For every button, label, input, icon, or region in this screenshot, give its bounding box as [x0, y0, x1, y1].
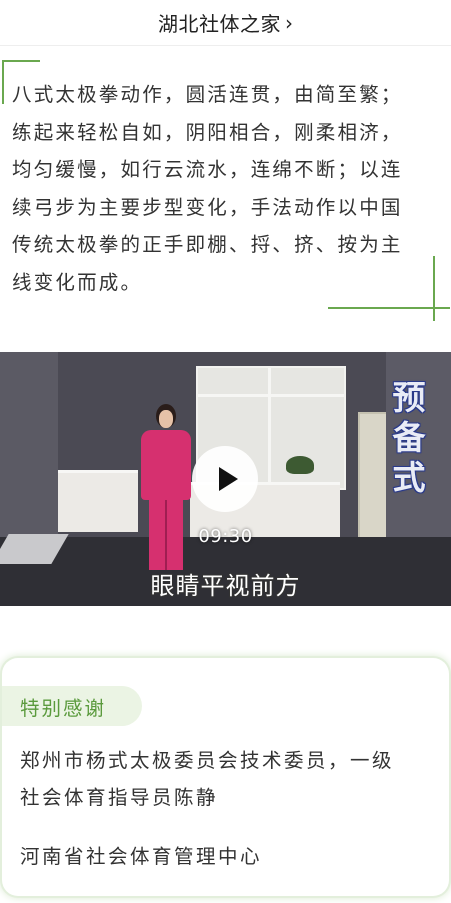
thanks-item-line: 郑州市杨式太极委员会技术委员，一级 [20, 749, 395, 772]
thanks-item: 河南省社会体育管理中心 [20, 838, 430, 875]
video-subtitle: 眼睛平视前方 [150, 572, 301, 600]
video-background [0, 352, 58, 537]
corner-decoration-top-left-h [2, 60, 40, 62]
thanks-item: 郑州市杨式太极委员会技术委员，一级 社会体育指导员陈静 [20, 742, 430, 816]
intro-line: 传统太极拳的正手即棚、捋、挤、按为主 [12, 233, 403, 256]
intro-line: 续弓步为主要步型变化，手法动作以中国 [12, 195, 403, 219]
sign-char: 预 [392, 378, 426, 417]
thanks-tag: 特别感谢 [2, 686, 142, 726]
corner-decoration-bottom-right-h [328, 307, 450, 309]
corner-decoration-bottom-right [433, 256, 435, 321]
play-button[interactable] [192, 446, 258, 512]
video-bg-plant [286, 456, 314, 474]
corner-decoration-top-left [2, 60, 4, 104]
top-nav-bar: 湖北社体之家 › [0, 0, 451, 46]
chevron-right-icon[interactable]: › [285, 13, 293, 33]
thanks-tag-label: 特别感谢 [20, 696, 107, 720]
account-name[interactable]: 湖北社体之家 [158, 8, 281, 37]
video-duration: 09:30 [198, 526, 253, 547]
thanks-item-line: 河南省社会体育管理中心 [20, 845, 263, 868]
video-bg-cabinet [58, 470, 138, 532]
play-icon [219, 467, 238, 491]
intro-line: 练起来轻松自如，阴阳相合，刚柔相济， [12, 120, 403, 144]
sign-char: 备 [392, 418, 426, 457]
intro-line: 线变化而成。 [12, 270, 143, 294]
intro-paragraph: 八式太极拳动作，圆活连贯，由简至繁； 练起来轻松自如，阴阳相合，刚柔相济， 均匀… [12, 76, 432, 301]
intro-line: 八式太极拳动作，圆活连贯，由简至繁； [12, 83, 403, 106]
intro-line: 均匀缓慢，如行云流水，连绵不断；以连 [12, 158, 403, 181]
thanks-item-line: 社会体育指导员陈静 [20, 786, 219, 809]
sign-char: 式 [392, 458, 426, 497]
video-player[interactable]: 预 备 式 09:30 眼睛平视前方 [0, 352, 451, 606]
video-posture-sign: 预 备 式 [384, 378, 434, 498]
